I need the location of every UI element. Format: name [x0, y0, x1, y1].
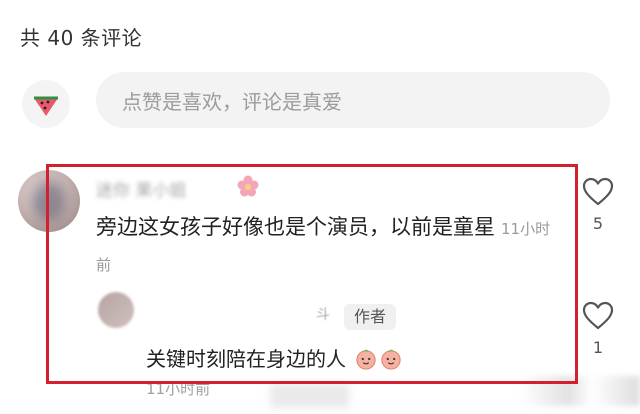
watermelon-icon — [34, 96, 58, 116]
reply-like[interactable]: 1 — [578, 300, 618, 357]
comment-count-title: 共 40 条评论 — [20, 26, 143, 50]
heart-icon[interactable] — [582, 176, 614, 208]
comment-input-placeholder: 点赞是喜欢，评论是真爱 — [122, 89, 342, 114]
comment-like-count: 5 — [592, 214, 604, 233]
comment-input[interactable]: 点赞是喜欢，评论是真爱 — [96, 72, 610, 128]
blurred-region — [270, 384, 350, 408]
heart-icon[interactable] — [582, 300, 614, 332]
reply-like-count: 1 — [592, 338, 604, 357]
highlight-annotation-box — [46, 164, 578, 384]
comment-like[interactable]: 5 — [578, 176, 618, 233]
my-avatar — [22, 80, 70, 128]
